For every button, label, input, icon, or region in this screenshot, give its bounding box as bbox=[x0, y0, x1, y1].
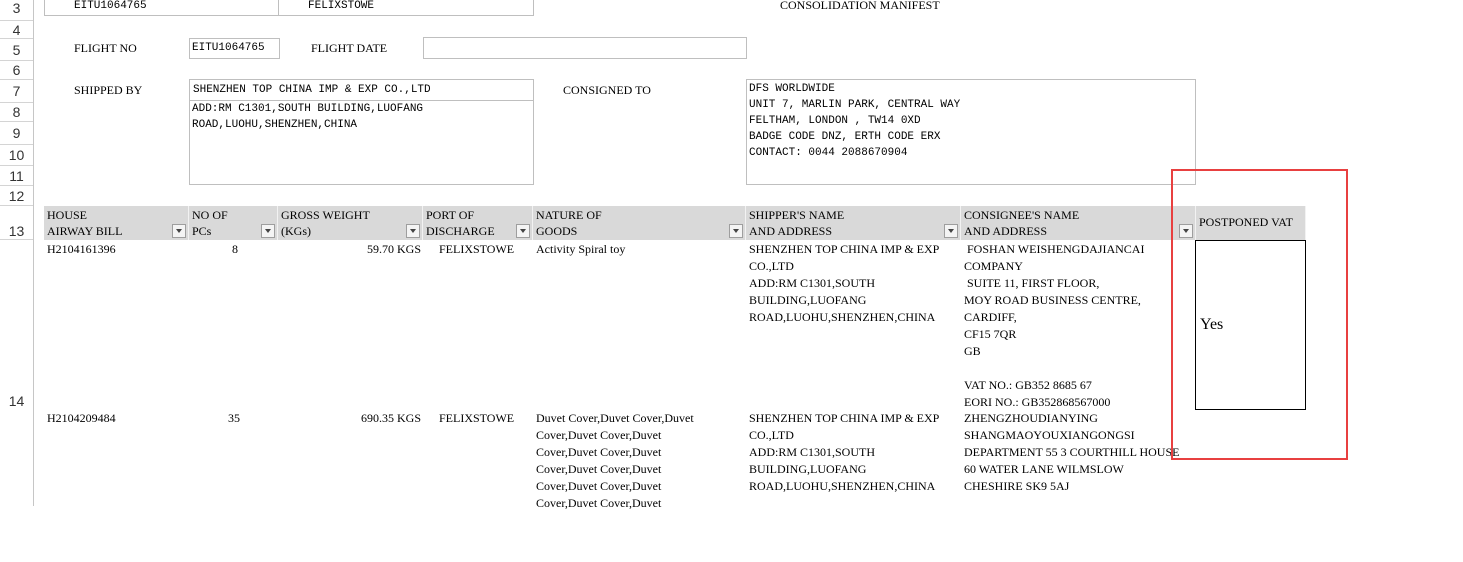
shipped-by-address: ADD:RM C1301,SOUTH BUILDING,LUOFANG ROAD… bbox=[192, 103, 424, 131]
row2-shipper[interactable]: SHENZHEN TOP CHINA IMP & EXP CO.,LTD ADD… bbox=[749, 410, 939, 495]
row-number[interactable]: 8 bbox=[0, 103, 33, 122]
header-shipper-label: SHIPPER'S NAME AND ADDRESS bbox=[749, 208, 845, 238]
flight-date-label: FLIGHT DATE bbox=[311, 41, 388, 55]
row2-goods[interactable]: Duvet Cover,Duvet Cover,Duvet Cover,Duve… bbox=[536, 410, 694, 512]
header-pcs-label: NO OF PCs bbox=[192, 208, 228, 238]
flight-no-label: FLIGHT NO bbox=[74, 41, 137, 55]
row-number[interactable]: 5 bbox=[0, 39, 33, 61]
flight-no-value: EITU1064765 bbox=[192, 42, 265, 54]
row-number[interactable]: 10 bbox=[0, 145, 33, 166]
manifest-title: CONSOLIDATION MANIFEST bbox=[780, 0, 940, 12]
header-pcs[interactable]: NO OF PCs bbox=[189, 206, 278, 240]
header-goods-label: NATURE OF GOODS bbox=[536, 208, 602, 238]
row-number[interactable]: 11 bbox=[0, 166, 33, 186]
row-number[interactable]: 7 bbox=[0, 80, 33, 103]
row1-weight[interactable]: 59.70 KGS bbox=[281, 241, 421, 258]
row2-consignee[interactable]: ZHENGZHOUDIANYING SHANGMAOYOUXIANGONGSI … bbox=[964, 410, 1179, 495]
header-weight[interactable]: GROSS WEIGHT (KGs) bbox=[278, 206, 423, 240]
row-number[interactable]: 9 bbox=[0, 122, 33, 145]
header-port[interactable]: PORT OF DISCHARGE bbox=[423, 206, 533, 240]
flight-date-field[interactable] bbox=[423, 37, 747, 59]
row2-port[interactable]: FELIXSTOWE bbox=[439, 410, 514, 427]
header-hawb[interactable]: HOUSE AIRWAY BILL bbox=[44, 206, 189, 240]
filter-dropdown-icon[interactable] bbox=[261, 224, 275, 238]
container-number: EITU1064765 bbox=[74, 0, 147, 12]
header-consignee-label: CONSIGNEE'S NAME AND ADDRESS bbox=[964, 208, 1080, 238]
header-consignee[interactable]: CONSIGNEE'S NAME AND ADDRESS bbox=[961, 206, 1196, 240]
header-goods[interactable]: NATURE OF GOODS bbox=[533, 206, 746, 240]
row-number[interactable]: 12 bbox=[0, 186, 33, 206]
row2-weight[interactable]: 690.35 KGS bbox=[281, 410, 421, 427]
row-number[interactable]: 3 bbox=[0, 0, 33, 21]
consigned-to-text: DFS WORLDWIDE UNIT 7, MARLIN PARK, CENTR… bbox=[749, 83, 961, 159]
header-hawb-label: HOUSE AIRWAY BILL bbox=[47, 208, 123, 238]
row1-hawb[interactable]: H2104161396 bbox=[47, 241, 116, 258]
filter-dropdown-icon[interactable] bbox=[944, 224, 958, 238]
row-number[interactable]: 13 bbox=[0, 206, 33, 240]
row-number[interactable]: 14 bbox=[0, 240, 33, 410]
filter-dropdown-icon[interactable] bbox=[516, 224, 530, 238]
row-number[interactable]: 4 bbox=[0, 21, 33, 39]
filter-dropdown-icon[interactable] bbox=[729, 224, 743, 238]
shipped-by-label: SHIPPED BY bbox=[74, 83, 143, 97]
header-shipper[interactable]: SHIPPER'S NAME AND ADDRESS bbox=[746, 206, 961, 240]
header-port-label: PORT OF DISCHARGE bbox=[426, 208, 495, 238]
row-number[interactable]: 6 bbox=[0, 61, 33, 80]
highlight-rectangle bbox=[1171, 169, 1348, 460]
shipped-by-name: SHENZHEN TOP CHINA IMP & EXP CO.,LTD bbox=[193, 84, 431, 96]
header-weight-label: GROSS WEIGHT (KGs) bbox=[281, 208, 370, 238]
filter-dropdown-icon[interactable] bbox=[172, 224, 186, 238]
consigned-to-label: CONSIGNED TO bbox=[563, 83, 651, 97]
row1-consignee[interactable]: FOSHAN WEISHENGDAJIANCAI COMPANY SUITE 1… bbox=[964, 241, 1144, 411]
row2-hawb[interactable]: H2104209484 bbox=[47, 410, 116, 427]
row1-goods[interactable]: Activity Spiral toy bbox=[536, 241, 625, 258]
row1-shipper[interactable]: SHENZHEN TOP CHINA IMP & EXP CO.,LTD ADD… bbox=[749, 241, 939, 326]
row1-pcs[interactable]: 8 bbox=[192, 241, 238, 258]
filter-dropdown-icon[interactable] bbox=[406, 224, 420, 238]
row1-port[interactable]: FELIXSTOWE bbox=[439, 241, 514, 258]
row2-pcs[interactable]: 35 bbox=[192, 410, 240, 427]
top-port: FELIXSTOWE bbox=[308, 0, 375, 12]
